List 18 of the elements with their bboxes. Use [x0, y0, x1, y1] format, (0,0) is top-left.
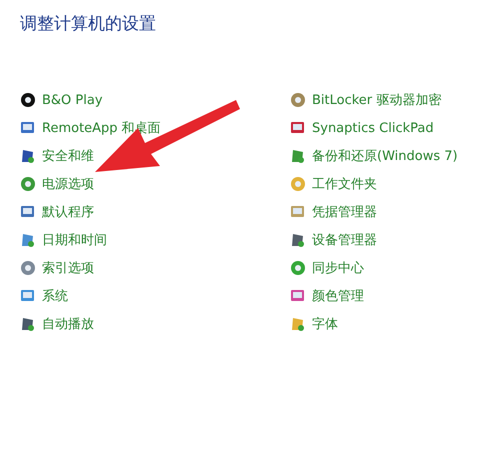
settings-link[interactable]: 凭据管理器	[312, 203, 377, 221]
settings-link[interactable]: 自动播放	[42, 315, 94, 333]
settings-link[interactable]: 日期和时间	[42, 231, 107, 249]
settings-link[interactable]: B&O Play	[42, 92, 103, 108]
settings-link[interactable]: 电源选项	[42, 175, 94, 193]
settings-link[interactable]: 字体	[312, 315, 338, 333]
settings-link[interactable]: 备份和还原(Windows 7)	[312, 147, 458, 165]
settings-link[interactable]: 设备管理器	[312, 231, 377, 249]
settings-link[interactable]: 系统	[42, 287, 68, 305]
settings-link[interactable]: 安全和维	[42, 147, 94, 165]
settings-link[interactable]: 颜色管理	[312, 287, 364, 305]
settings-link[interactable]: 同步中心	[312, 259, 364, 277]
settings-link[interactable]: Synaptics ClickPad	[312, 120, 434, 136]
page-title: 调整计算机的设置	[20, 13, 156, 35]
settings-link[interactable]: 工作文件夹	[312, 175, 377, 193]
settings-link[interactable]: 默认程序	[42, 203, 94, 221]
settings-link[interactable]: 索引选项	[42, 259, 94, 277]
settings-link[interactable]: BitLocker 驱动器加密	[312, 91, 442, 109]
